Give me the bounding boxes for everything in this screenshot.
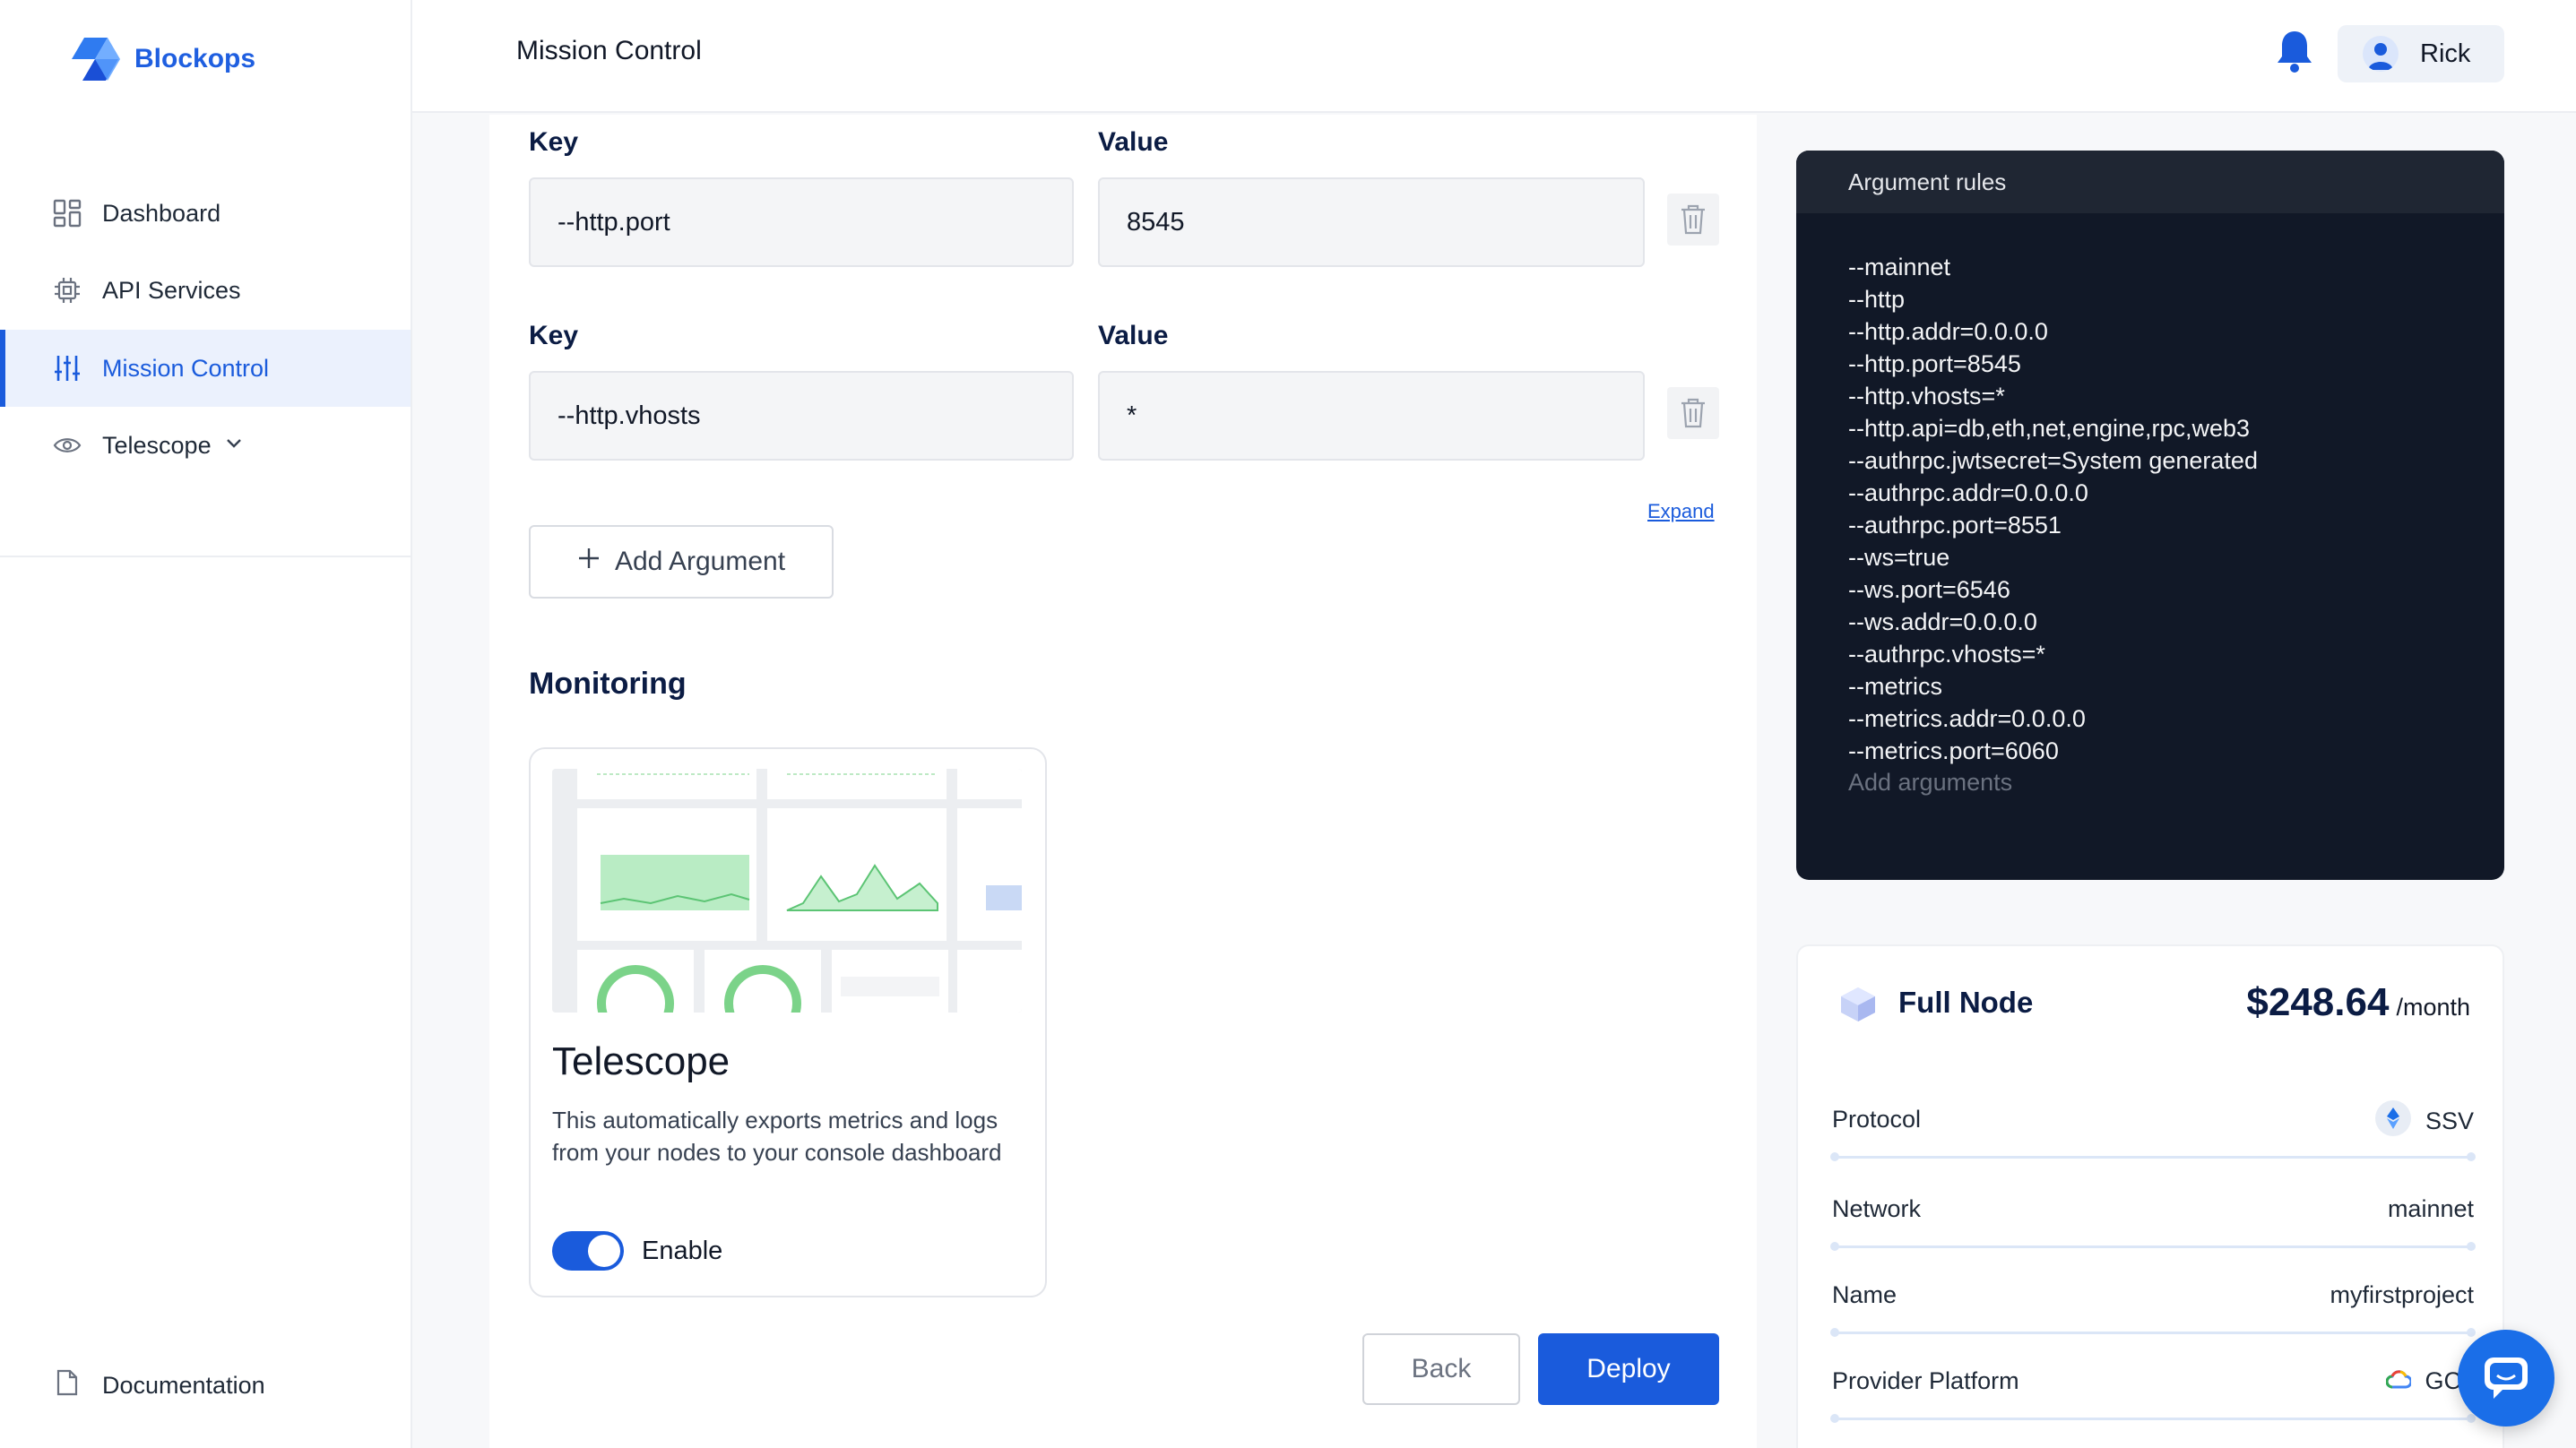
provider-row: Provider Platform GC bbox=[1830, 1367, 2476, 1448]
rule-line: --ws.addr=0.0.0.0 bbox=[1848, 608, 2037, 635]
brand-name: Blockops bbox=[134, 44, 256, 73]
name-row: Name myfirstproject bbox=[1830, 1281, 2476, 1362]
provider-value: GC bbox=[2385, 1367, 2461, 1395]
sidebar-item-label: API Services bbox=[102, 276, 241, 304]
chip-icon bbox=[52, 275, 82, 306]
add-argument-button[interactable]: Add Argument bbox=[529, 525, 834, 599]
node-cube-icon bbox=[1837, 984, 1879, 1025]
expand-link[interactable]: Expand bbox=[1647, 500, 1715, 523]
network-row: Network mainnet bbox=[1830, 1195, 2476, 1276]
rule-line: --authrpc.jwtsecret=System generated bbox=[1848, 447, 2258, 474]
trash-icon[interactable] bbox=[1667, 387, 1719, 439]
rule-line: --mainnet bbox=[1848, 254, 1951, 280]
documentation-label: Documentation bbox=[102, 1371, 265, 1399]
rule-line: --http.addr=0.0.0.0 bbox=[1848, 318, 2048, 345]
key-label: Key bbox=[529, 127, 579, 157]
network-label: Network bbox=[1832, 1195, 1922, 1222]
add-arguments-input[interactable]: Add arguments bbox=[1848, 769, 2012, 797]
rule-line: --ws=true bbox=[1848, 544, 1950, 571]
google-cloud-icon bbox=[2385, 1367, 2412, 1395]
network-value: mainnet bbox=[2387, 1195, 2474, 1222]
brand-logo[interactable]: Blockops bbox=[72, 36, 255, 82]
rule-line: --metrics bbox=[1848, 673, 1942, 700]
row-divider bbox=[1830, 1152, 2476, 1161]
add-argument-label: Add Argument bbox=[614, 547, 786, 576]
deploy-button[interactable]: Deploy bbox=[1538, 1333, 1719, 1405]
dashboard-icon bbox=[52, 198, 82, 228]
price-unit: /month bbox=[2396, 994, 2470, 1021]
argument-value-input[interactable]: * bbox=[1098, 371, 1645, 461]
protocol-value: SSV bbox=[2374, 1100, 2474, 1142]
rule-line: --http.port=8545 bbox=[1848, 350, 2021, 377]
rule-line: --authrpc.vhosts=* bbox=[1848, 641, 2045, 668]
plus-icon bbox=[577, 547, 601, 577]
avatar bbox=[2363, 36, 2399, 72]
value-label: Value bbox=[1098, 127, 1169, 157]
node-type-title: Full Node bbox=[1898, 986, 2034, 1019]
argument-rules-title: Argument rules bbox=[1796, 151, 2504, 213]
sidebar-item-dashboard[interactable]: Dashboard bbox=[0, 175, 411, 252]
argument-key-input[interactable]: --http.port bbox=[529, 177, 1074, 267]
argument-rules-list[interactable]: --mainnet --http --http.addr=0.0.0.0 --h… bbox=[1848, 251, 2258, 767]
name-label: Name bbox=[1832, 1281, 1897, 1308]
price-value: $248.64 bbox=[2246, 980, 2390, 1024]
enable-toggle[interactable] bbox=[552, 1231, 624, 1271]
value-label: Value bbox=[1098, 321, 1169, 350]
blockops-logo-icon bbox=[72, 36, 122, 82]
toggle-knob bbox=[588, 1235, 620, 1267]
sidebar-item-documentation[interactable]: Documentation bbox=[0, 1347, 411, 1424]
provider-label: Provider Platform bbox=[1832, 1367, 2019, 1394]
node-summary-card: Full Node $248.64 /month Protocol SSV Ne… bbox=[1796, 944, 2504, 1448]
sliders-icon bbox=[52, 353, 82, 384]
chat-icon bbox=[2485, 1358, 2528, 1399]
argument-rules-panel: Argument rules --mainnet --http --http.a… bbox=[1796, 151, 2504, 880]
telescope-description: This automatically exports metrics and l… bbox=[552, 1107, 1002, 1166]
rule-line: --http.vhosts=* bbox=[1848, 383, 2005, 409]
dashboard-preview-image bbox=[552, 769, 1022, 1013]
sidebar-item-api-services[interactable]: API Services bbox=[0, 252, 411, 329]
row-divider bbox=[1830, 1414, 2476, 1423]
ssv-icon bbox=[2374, 1100, 2411, 1142]
argument-value-input[interactable]: 8545 bbox=[1098, 177, 1645, 267]
rule-line: --http bbox=[1848, 286, 1906, 313]
rule-line: --http.api=db,eth,net,engine,rpc,web3 bbox=[1848, 415, 2251, 442]
row-divider bbox=[1830, 1328, 2476, 1337]
eye-icon bbox=[52, 430, 82, 461]
sidebar-item-label: Mission Control bbox=[102, 354, 270, 382]
row-divider bbox=[1830, 1242, 2476, 1251]
chevron-down-icon bbox=[224, 432, 244, 460]
sidebar-item-telescope[interactable]: Telescope bbox=[0, 407, 411, 484]
key-label: Key bbox=[529, 321, 579, 350]
argument-key-input[interactable]: --http.vhosts bbox=[529, 371, 1074, 461]
telescope-title: Telescope bbox=[552, 1039, 730, 1083]
rule-line: --metrics.addr=0.0.0.0 bbox=[1848, 705, 2086, 732]
node-price: $248.64 /month bbox=[2246, 980, 2470, 1025]
trash-icon[interactable] bbox=[1667, 194, 1719, 246]
chat-support-button[interactable] bbox=[2458, 1330, 2554, 1426]
user-menu[interactable]: Rick bbox=[2338, 25, 2504, 82]
document-icon bbox=[56, 1369, 79, 1402]
rule-line: --authrpc.port=8551 bbox=[1848, 512, 2062, 539]
main-panel: Key Value --http.port 8545 Key Value --h… bbox=[489, 115, 1757, 1448]
name-value: myfirstproject bbox=[2330, 1281, 2474, 1308]
telescope-card: Telescope This automatically exports met… bbox=[529, 747, 1047, 1297]
sidebar: Blockops Dashboard API Services Mission … bbox=[0, 0, 412, 1448]
back-button[interactable]: Back bbox=[1362, 1333, 1520, 1405]
monitoring-title: Monitoring bbox=[529, 667, 687, 701]
top-header: Mission Control Rick bbox=[412, 0, 2576, 113]
sidebar-item-label: Dashboard bbox=[102, 199, 221, 227]
protocol-row: Protocol SSV bbox=[1830, 1100, 2476, 1186]
sidebar-item-label: Telescope bbox=[102, 431, 212, 459]
rule-line: --metrics.port=6060 bbox=[1848, 737, 2059, 764]
bell-icon[interactable] bbox=[2275, 29, 2314, 73]
sidebar-item-mission-control[interactable]: Mission Control bbox=[0, 330, 411, 407]
enable-label: Enable bbox=[642, 1237, 723, 1265]
sidebar-divider bbox=[0, 556, 411, 557]
rule-line: --authrpc.addr=0.0.0.0 bbox=[1848, 479, 2088, 506]
user-name: Rick bbox=[2420, 39, 2471, 68]
rule-line: --ws.port=6546 bbox=[1848, 576, 2010, 603]
protocol-label: Protocol bbox=[1832, 1106, 1922, 1133]
page-title: Mission Control bbox=[516, 36, 702, 65]
